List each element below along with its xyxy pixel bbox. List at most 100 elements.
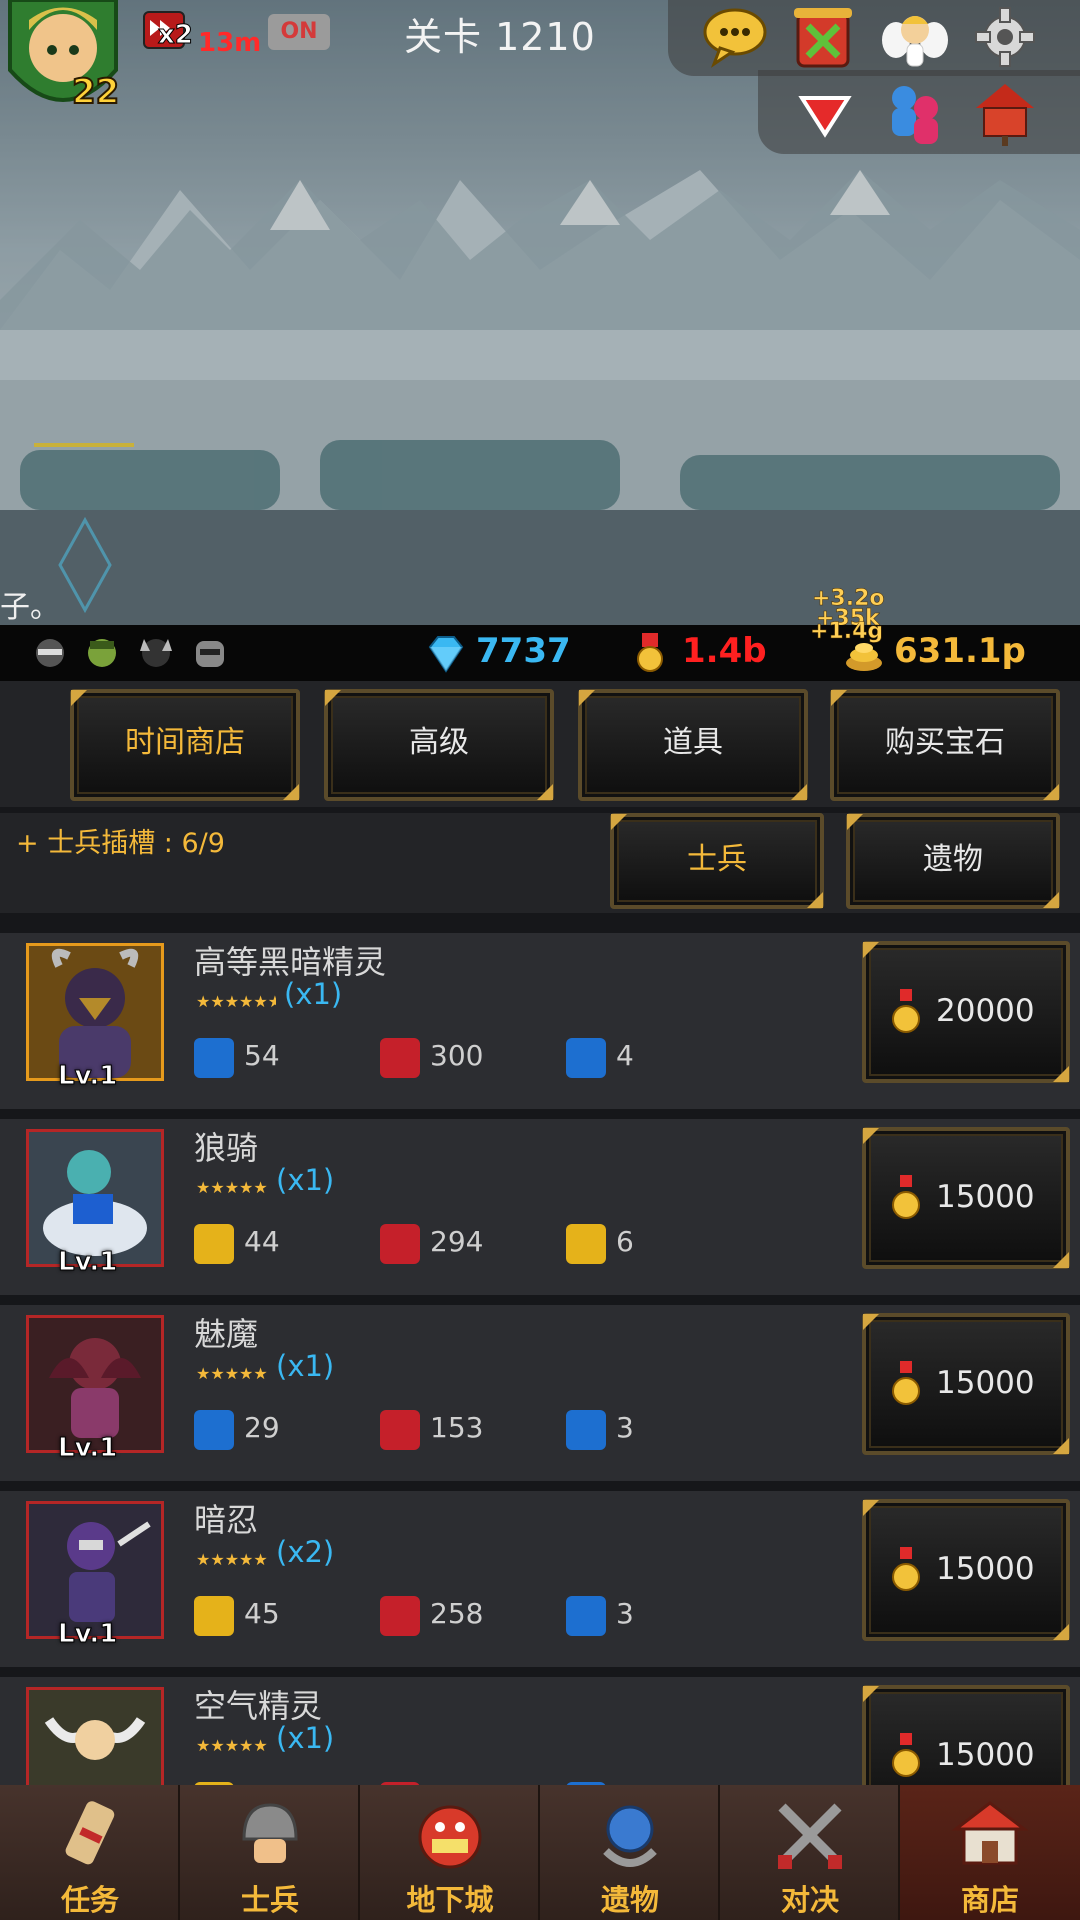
collapse-arrow-icon[interactable]	[790, 78, 860, 148]
unit-attack: 29	[244, 1411, 280, 1444]
buy-button[interactable]: 15000	[862, 1685, 1070, 1785]
nav-tab-dungeon[interactable]: 地下城	[360, 1785, 540, 1920]
star-rating-icon: ★★★★★	[196, 1550, 268, 1569]
stage-title: 关卡 1210	[404, 15, 596, 59]
nav-label: 任务	[60, 1883, 119, 1917]
unit-defense: 3	[616, 1411, 634, 1444]
buy-button[interactable]: 15000	[862, 1127, 1070, 1269]
magic-attack-icon	[194, 1038, 234, 1078]
tab-premium[interactable]: 高级	[324, 689, 554, 801]
resource-bar: 7737 1.4b +1.4g 631.1p	[0, 619, 1080, 681]
unit-portrait[interactable]	[26, 1687, 164, 1785]
magic-defense-icon	[566, 1038, 606, 1078]
speed-timer: 13m	[198, 28, 262, 58]
unit-level: Lv.1	[57, 1619, 118, 1650]
battle-scene: 22 x2 13m ON 关卡 1210 子。 +3.2o +35k	[0, 0, 1080, 625]
unit-count: (x2)	[276, 1535, 335, 1569]
svg-text:★★★★★: ★★★★★	[196, 1178, 268, 1197]
divider	[0, 913, 1080, 933]
shop-icon	[951, 1801, 1029, 1865]
tab-time-shop[interactable]: 时间商店	[70, 689, 300, 801]
soldier-slot-info[interactable]: + 士兵插槽 : 6/9	[16, 821, 225, 860]
unit-price: 15000	[936, 1365, 1035, 1401]
unit-hp: 294	[430, 1225, 484, 1258]
nav-tab-relics[interactable]: 遗物	[540, 1785, 720, 1920]
heart-hp-icon	[380, 1224, 420, 1264]
unit-attack: 44	[244, 1225, 280, 1258]
svg-text:★★★★★: ★★★★★	[196, 1364, 268, 1383]
star-rating-icon: ★★★★★	[196, 1736, 268, 1755]
subtab-soldiers[interactable]: 士兵	[610, 813, 824, 909]
unit-count: (x1)	[276, 1163, 335, 1197]
heart-hp-icon	[380, 1596, 420, 1636]
chat-icon[interactable]	[700, 2, 770, 72]
skill-knight-icon[interactable]	[134, 631, 178, 675]
medal-icon	[892, 1733, 920, 1777]
unit-count: (x1)	[284, 977, 343, 1011]
guild-banner-icon[interactable]	[788, 2, 858, 72]
svg-text:★★★★★★: ★★★★★★	[196, 992, 276, 1011]
medal-icon	[892, 989, 920, 1033]
nav-label: 士兵	[240, 1883, 299, 1917]
nav-tab-quests[interactable]: 任务	[0, 1785, 180, 1920]
unit-level: Lv.1	[57, 1247, 118, 1278]
skill-ninja-icon[interactable]	[28, 631, 72, 675]
buy-button[interactable]: 15000	[862, 1499, 1070, 1641]
star-rating-icon: ★★★★★	[196, 1178, 268, 1197]
unit-row: Lv.1 高等黑暗精灵 ★★★★★★ (x1) 54 300 4 20000	[0, 933, 1080, 1109]
nav-tab-soldiers[interactable]: 士兵	[180, 1785, 360, 1920]
star-rating-icon: ★★★★★★	[196, 992, 276, 1011]
wolf-rider-portrait-icon	[29, 1132, 161, 1264]
skill-robot-icon[interactable]	[188, 631, 232, 675]
buy-button[interactable]: 15000	[862, 1313, 1070, 1455]
nav-tab-shop[interactable]: 商店	[900, 1785, 1080, 1920]
friends-icon[interactable]	[880, 78, 950, 148]
physical-defense-icon	[566, 1224, 606, 1264]
unit-level: Lv.1	[57, 1061, 118, 1092]
relic-orb-icon	[603, 1805, 657, 1867]
buy-button[interactable]: 20000	[862, 941, 1070, 1083]
angel-icon[interactable]	[880, 2, 950, 72]
unit-name: 暗忍	[194, 1501, 259, 1539]
gem-icon	[424, 631, 468, 675]
scroll-icon	[65, 1801, 115, 1865]
subtab-relics[interactable]: 遗物	[846, 813, 1060, 909]
medal-icon	[892, 1547, 920, 1591]
skill-goblin-icon[interactable]	[80, 631, 124, 675]
air-spirit-portrait-icon	[29, 1690, 161, 1785]
divider	[0, 1481, 1080, 1491]
physical-attack-icon	[194, 1596, 234, 1636]
nav-label: 遗物	[600, 1883, 659, 1917]
unit-row: 空气精灵 ★★★★★ (x1) 15000	[0, 1677, 1080, 1785]
tab-buy-gems[interactable]: 购买宝石	[830, 689, 1060, 801]
shop-panel: 时间商店 高级 道具 购买宝石 + 士兵插槽 : 6/9 士兵 遗物 Lv.1 …	[0, 681, 1080, 1785]
unit-price: 15000	[936, 1551, 1035, 1587]
shadow-ninja-portrait-icon	[29, 1504, 161, 1636]
chat-snippet: 子。	[0, 590, 60, 625]
gem-count: 7737	[476, 631, 571, 671]
unit-hp: 300	[430, 1039, 484, 1072]
succubus-portrait-icon	[29, 1318, 161, 1450]
unit-row: Lv.1 魅魔 ★★★★★ (x1) 29 153 3 15000	[0, 1305, 1080, 1481]
unit-name: 魅魔	[194, 1315, 259, 1353]
svg-text:★★★★★: ★★★★★	[196, 1736, 268, 1755]
unit-hp: 153	[430, 1411, 484, 1444]
divider	[0, 1295, 1080, 1305]
tab-items[interactable]: 道具	[578, 689, 808, 801]
auto-toggle[interactable]: ON	[268, 14, 330, 50]
unit-hp: 258	[430, 1597, 484, 1630]
unit-count: (x1)	[276, 1349, 335, 1383]
unit-defense: 4	[616, 1039, 634, 1072]
mailbox-house-icon[interactable]	[970, 78, 1040, 148]
dark-elf-portrait-icon	[29, 946, 161, 1078]
nav-label: 商店	[960, 1883, 1019, 1917]
nav-tab-duel[interactable]: 对决	[720, 1785, 900, 1920]
settings-gear-icon[interactable]	[970, 2, 1040, 72]
divider	[0, 1667, 1080, 1677]
medal-count: 1.4b	[682, 631, 767, 671]
hero-level: 22	[71, 71, 120, 113]
unit-price: 15000	[936, 1179, 1035, 1215]
soldier-helmet-icon	[242, 1803, 298, 1863]
speed-multiplier: x2	[158, 20, 194, 51]
physical-attack-icon	[194, 1224, 234, 1264]
